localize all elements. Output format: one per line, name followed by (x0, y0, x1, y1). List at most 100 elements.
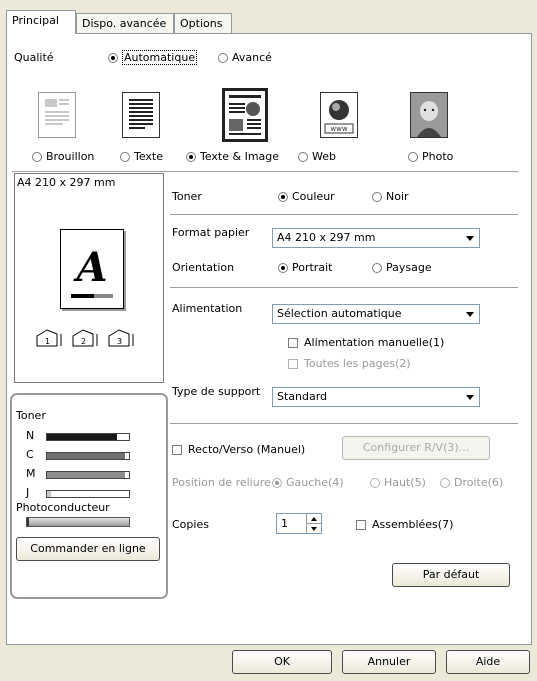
radio-icon (186, 152, 196, 162)
ok-button[interactable]: OK (232, 650, 332, 674)
spin-down-icon[interactable] (306, 524, 321, 533)
manual-feed-label: Alimentation manuelle(1) (304, 336, 445, 349)
draft-page-icon (45, 99, 69, 125)
radio-icon (372, 263, 382, 273)
collate-checkbox[interactable]: Assemblées(7) (356, 518, 453, 531)
toner-mono-radio[interactable]: Noir (372, 190, 409, 203)
checkbox-icon (356, 520, 366, 530)
divider (170, 214, 518, 215)
svg-text:3: 3 (117, 337, 122, 346)
text-preset-icon[interactable] (122, 92, 160, 138)
radio-icon (120, 152, 130, 162)
binding-right-radio[interactable]: Droite(6) (440, 476, 503, 489)
ink-label-j: J (26, 486, 30, 499)
toner-color-label: Couleur (292, 190, 335, 203)
web-preset-icon[interactable]: www (320, 92, 358, 138)
web-page-icon: www (324, 100, 354, 134)
all-pages-label: Toutes les pages(2) (304, 357, 411, 370)
paper-format-select[interactable]: A4 210 x 297 mm (272, 228, 480, 248)
draft-preset-icon[interactable] (38, 92, 76, 138)
configure-duplex-button[interactable]: Configurer R/V(3)... (342, 436, 490, 460)
toner-levels-title: Toner (16, 409, 46, 422)
collate-label: Assemblées(7) (372, 518, 454, 531)
photo-preset-icon[interactable] (410, 92, 448, 138)
text-label: Texte (134, 150, 164, 163)
tab-dispo-avancee[interactable]: Dispo. avancée (76, 13, 174, 33)
cancel-button[interactable]: Annuler (342, 650, 436, 674)
radio-icon (440, 478, 450, 488)
feed-value: Sélection automatique (277, 307, 402, 320)
radio-icon (370, 478, 380, 488)
ink-level-bar (46, 490, 130, 498)
radio-icon (372, 192, 382, 202)
text-image-preset-icon[interactable] (222, 88, 268, 142)
binding-left-radio[interactable]: Gauche(4) (272, 476, 344, 489)
copies-stepper[interactable]: 1 (276, 513, 322, 534)
tab-options[interactable]: Options (174, 13, 232, 33)
divider (12, 171, 518, 172)
photoconductor-level-bar (26, 517, 130, 527)
quality-advanced-radio[interactable]: Avancé (218, 51, 272, 64)
chevron-down-icon (462, 306, 478, 322)
ink-level-bar (46, 452, 130, 460)
media-type-value: Standard (277, 390, 328, 403)
draft-radio[interactable]: Brouillon (32, 150, 94, 163)
text-image-label: Texte & Image (200, 150, 280, 163)
binding-left-label: Gauche(4) (286, 476, 344, 489)
web-radio[interactable]: Web (298, 150, 336, 163)
radio-icon (408, 152, 418, 162)
copies-value: 1 (281, 517, 288, 530)
checkbox-icon (288, 359, 298, 369)
binding-top-radio[interactable]: Haut(5) (370, 476, 426, 489)
radio-icon (278, 192, 288, 202)
binding-position-label: Position de reliure (172, 476, 271, 489)
divider (170, 423, 518, 424)
photo-radio[interactable]: Photo (408, 150, 453, 163)
text-image-radio[interactable]: Texte & Image (186, 150, 279, 163)
default-button[interactable]: Par défaut (392, 563, 510, 587)
toner-mono-label: Noir (386, 190, 409, 203)
toner-color-radio[interactable]: Couleur (278, 190, 335, 203)
quality-auto-radio[interactable]: Automatique (108, 50, 198, 65)
ink-label-c: C (26, 448, 34, 461)
duplex-label: Recto/Verso (Manuel) (188, 443, 306, 456)
feed-label: Alimentation (172, 302, 243, 315)
spin-up-icon[interactable] (306, 514, 321, 524)
radio-icon (272, 478, 282, 488)
quality-auto-label: Automatique (122, 50, 198, 65)
quality-label: Qualité (14, 51, 54, 64)
portrait-radio[interactable]: Portrait (278, 261, 332, 274)
web-label: Web (312, 150, 336, 163)
paper-format-label: Format papier (172, 226, 250, 239)
media-type-label: Type de support (172, 385, 261, 398)
feed-select[interactable]: Sélection automatique (272, 304, 480, 324)
radio-icon (218, 53, 228, 63)
preview-box: A4 210 x 297 mm A 1 2 3 (14, 173, 164, 383)
orientation-label: Orientation (172, 261, 235, 274)
duplex-checkbox[interactable]: Recto/Verso (Manuel) (172, 443, 305, 456)
landscape-label: Paysage (386, 261, 432, 274)
svg-text:2: 2 (81, 337, 86, 346)
page-preview-icon: A (60, 229, 124, 309)
radio-icon (108, 53, 118, 63)
divider (170, 287, 518, 288)
media-type-select[interactable]: Standard (272, 387, 480, 407)
manual-feed-checkbox[interactable]: Alimentation manuelle(1) (288, 336, 444, 349)
photoconductor-label: Photoconducteur (16, 501, 110, 514)
order-online-button[interactable]: Commander en ligne (16, 537, 160, 561)
svg-text:1: 1 (45, 337, 50, 346)
portrait-label: Portrait (292, 261, 333, 274)
text-radio[interactable]: Texte (120, 150, 163, 163)
help-button[interactable]: Aide (446, 650, 530, 674)
all-pages-checkbox[interactable]: Toutes les pages(2) (288, 357, 411, 370)
tab-principal[interactable]: Principal (6, 10, 76, 34)
landscape-radio[interactable]: Paysage (372, 261, 432, 274)
photo-portrait-icon (411, 93, 447, 137)
quality-advanced-label: Avancé (232, 51, 272, 64)
copies-label: Copies (172, 518, 209, 531)
page-glyph: A (76, 244, 108, 291)
binding-right-label: Droite(6) (454, 476, 504, 489)
toner-label: Toner (172, 190, 202, 203)
checkbox-icon (172, 445, 182, 455)
binding-top-label: Haut(5) (384, 476, 426, 489)
